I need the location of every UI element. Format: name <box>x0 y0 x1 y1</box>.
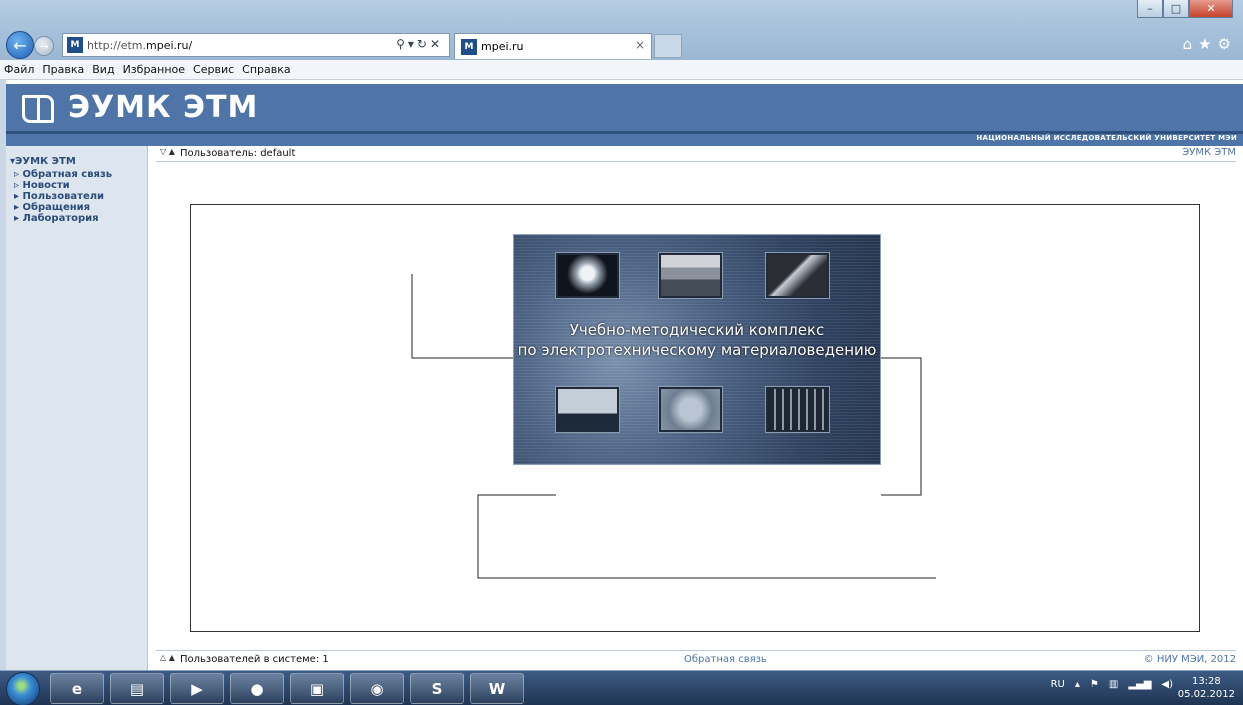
back-arrow-icon: ← <box>13 35 27 55</box>
system-tray: RU ▴ ⚑ ▥ ▂▄▆ ◀) <box>1051 679 1173 690</box>
thumb-substation <box>556 387 619 432</box>
media-taskbar-button[interactable]: ▶ <box>170 673 224 704</box>
sidebar-item-laboratory[interactable]: ▸ Лаборатория <box>10 213 143 224</box>
minimize-icon: – <box>1147 2 1153 15</box>
tab-mpei[interactable]: M mpei.ru × <box>454 33 652 59</box>
thumb-cable <box>766 253 829 298</box>
menu-edit[interactable]: Правка <box>42 63 84 76</box>
folder-icon: ▤ <box>129 679 145 698</box>
back-button[interactable]: ← <box>6 31 34 59</box>
tab-title: mpei.ru <box>481 40 524 53</box>
user-bar: ▽ ▲ Пользователь: default ЭУМК ЭТМ <box>156 146 1236 162</box>
thumb-fiber <box>556 253 619 298</box>
new-tab-button[interactable] <box>654 34 682 58</box>
copyright: © НИУ МЭИ, 2012 <box>1143 654 1236 665</box>
sidebar-root[interactable]: ▾ЭУМК ЭТМ <box>10 156 143 167</box>
media-player-icon: ▶ <box>191 679 203 698</box>
address-tools[interactable]: ⚲▾↻✕ <box>396 37 443 51</box>
book-logo-icon <box>22 95 54 123</box>
firefox-taskbar-button[interactable]: ● <box>230 673 284 704</box>
web-page: ЭУМК ЭТМ НАЦИОНАЛЬНЫЙ ИССЛЕДОВАТЕЛЬСКИЙ … <box>0 80 1243 670</box>
site-favicon-icon: M <box>67 37 83 53</box>
splash-caption: Учебно-методический комплекс по электрот… <box>514 320 880 360</box>
menu-help[interactable]: Справка <box>242 63 290 76</box>
word-taskbar-button[interactable]: W <box>470 673 524 704</box>
triangle-right-icon: ▹ <box>14 180 23 191</box>
qip-taskbar-button[interactable]: ◉ <box>350 673 404 704</box>
explorer-taskbar-button[interactable]: ▤ <box>110 673 164 704</box>
url-prefix: http://etm. <box>87 38 146 52</box>
feedback-link[interactable]: Обратная связь <box>684 654 767 665</box>
triangle-right-icon: ▸ <box>14 202 23 213</box>
sidebar-item-news[interactable]: ▹ Новости <box>10 180 143 191</box>
collapse-toggle-icon[interactable]: △ ▲ <box>160 653 175 662</box>
language-indicator[interactable]: RU <box>1051 679 1065 690</box>
signal-icon[interactable]: ▂▄▆ <box>1128 679 1151 690</box>
sidebar: ▾ЭУМК ЭТМ ▹ Обратная связь ▹ Новости ▸ П… <box>6 146 148 670</box>
word-icon: W <box>488 679 506 698</box>
browser-tools[interactable]: ⌂★⚙ <box>1183 35 1237 53</box>
taskbar: e ▤ ▶ ● ▣ ◉ S W RU ▴ ⚑ ▥ ▂▄▆ ◀) 13:28 05… <box>0 670 1243 705</box>
menu-favorites[interactable]: Избранное <box>123 63 185 76</box>
users-online: Пользователей в системе: 1 <box>180 654 329 665</box>
minimize-button[interactable]: – <box>1137 0 1163 18</box>
menu-tools[interactable]: Сервис <box>193 63 234 76</box>
address-bar[interactable]: M http://etm. mpei.ru/ ⚲▾↻✕ <box>62 33 450 57</box>
clock-time: 13:28 <box>1191 676 1221 687</box>
navigation-row: ← → M http://etm. mpei.ru/ ⚲▾↻✕ M mpei.ru… <box>4 30 1239 60</box>
menu-file[interactable]: Файл <box>4 63 34 76</box>
university-name: НАЦИОНАЛЬНЫЙ ИССЛЕДОВАТЕЛЬСКИЙ УНИВЕРСИТ… <box>976 134 1237 142</box>
triangle-right-icon: ▸ <box>14 191 23 202</box>
close-window-button[interactable]: ✕ <box>1189 0 1233 18</box>
messenger-icon: ◉ <box>370 679 384 698</box>
site-banner: ЭУМК ЭТМ <box>6 84 1243 134</box>
current-user: Пользователь: default <box>180 148 296 159</box>
clock-date: 05.02.2012 <box>1177 689 1235 700</box>
floppy-disk-icon: ▣ <box>309 679 325 698</box>
tab-favicon-icon: M <box>461 38 477 55</box>
skype-taskbar-button[interactable]: S <box>410 673 464 704</box>
favorites-star-icon[interactable]: ★ <box>1198 35 1217 53</box>
save-taskbar-button[interactable]: ▣ <box>290 673 344 704</box>
browser-titlebar: – □ ✕ ← → M http://etm. mpei.ru/ ⚲▾↻✕ M m… <box>0 0 1243 60</box>
footer-bar: △ ▲ Пользователей в системе: 1 Обратная … <box>156 650 1236 666</box>
clock[interactable]: 13:28 05.02.2012 <box>1178 675 1235 701</box>
thumb-building <box>659 253 722 298</box>
home-icon[interactable]: ⌂ <box>1183 35 1199 53</box>
thumb-powerlines <box>766 387 829 432</box>
internet-explorer-icon: e <box>71 679 83 698</box>
gear-icon[interactable]: ⚙ <box>1218 35 1237 53</box>
start-button[interactable] <box>6 672 40 705</box>
url-domain: mpei.ru/ <box>146 38 193 52</box>
maximize-button[interactable]: □ <box>1163 0 1189 18</box>
site-home-link[interactable]: ЭУМК ЭТМ <box>1182 147 1236 158</box>
triangle-right-icon: ▹ <box>14 169 23 180</box>
course-splash-image[interactable]: Учебно-методический комплекс по электрот… <box>513 234 881 465</box>
tray-expand-icon[interactable]: ▴ <box>1075 679 1080 690</box>
forward-arrow-icon: → <box>39 39 49 53</box>
thumb-rollers <box>659 387 722 432</box>
menu-bar: Файл Правка Вид Избранное Сервис Справка <box>0 60 1243 80</box>
maximize-icon: □ <box>1170 2 1182 15</box>
sidebar-item-users[interactable]: ▸ Пользователи <box>10 191 143 202</box>
menu-view[interactable]: Вид <box>92 63 114 76</box>
skype-icon: S <box>431 679 443 698</box>
sidebar-item-feedback[interactable]: ▹ Обратная связь <box>10 169 143 180</box>
volume-icon[interactable]: ◀) <box>1161 679 1173 690</box>
collapse-toggle-icon[interactable]: ▽ ▲ <box>160 147 175 156</box>
close-icon: ✕ <box>1206 2 1216 15</box>
sidebar-item-requests[interactable]: ▸ Обращения <box>10 202 143 213</box>
splash-line-1: Учебно-методический комплекс <box>569 321 825 339</box>
splash-line-2: по электротехническому материаловедению <box>517 341 877 359</box>
tab-close-icon[interactable]: × <box>635 38 645 52</box>
window-controls: – □ ✕ <box>1137 0 1233 18</box>
firefox-icon: ● <box>250 679 264 698</box>
network-icon[interactable]: ▥ <box>1109 679 1118 690</box>
forward-button[interactable]: → <box>34 36 54 56</box>
action-center-flag-icon[interactable]: ⚑ <box>1090 679 1099 690</box>
site-title: ЭУМК ЭТМ <box>68 90 259 125</box>
ie-taskbar-button[interactable]: e <box>50 673 104 704</box>
triangle-right-icon: ▸ <box>14 213 23 224</box>
